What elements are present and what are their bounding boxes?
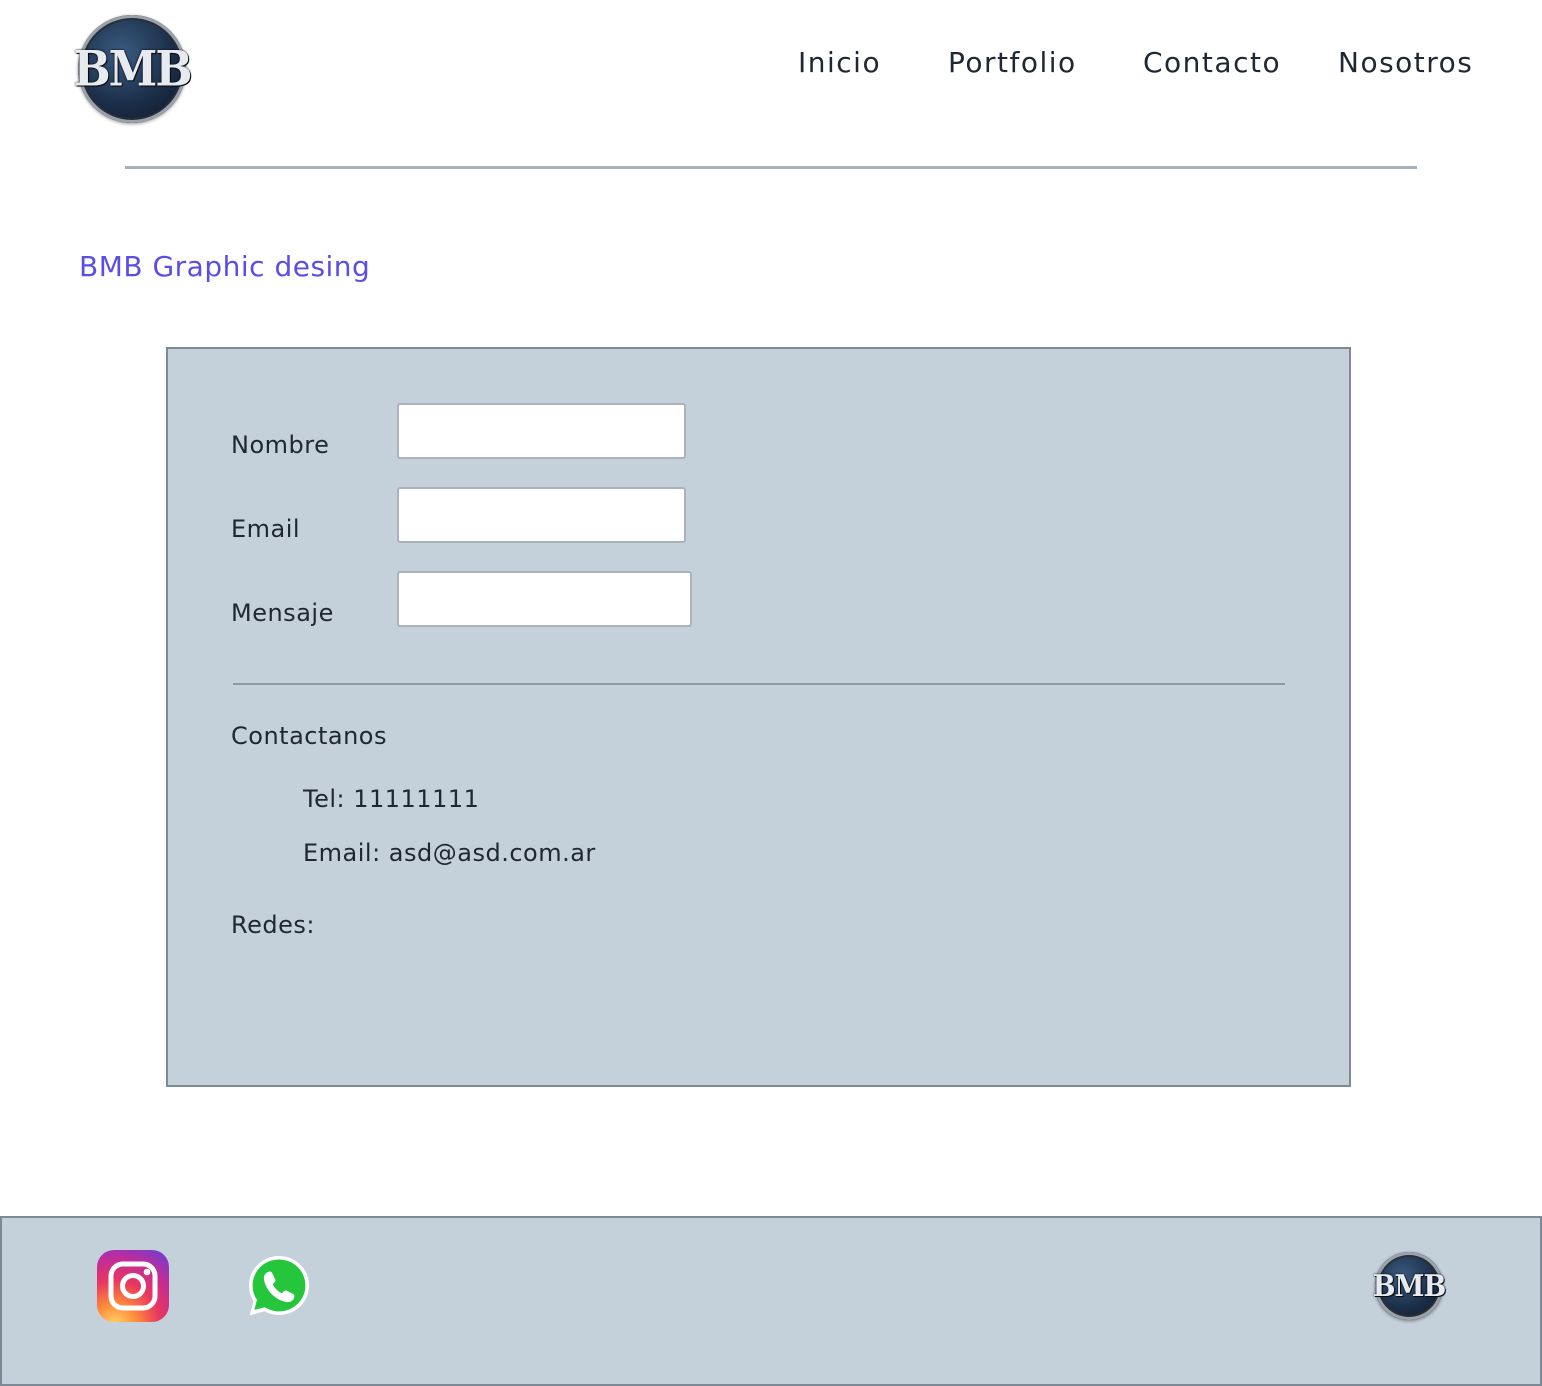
page-title: BMB Graphic desing — [79, 250, 371, 283]
footer-logo[interactable]: BMB — [1372, 1252, 1447, 1320]
email-label: Email — [231, 515, 301, 543]
footer-logo-mark: BMB — [1372, 1268, 1447, 1304]
social-heading: Redes: — [231, 911, 315, 939]
message-label: Mensaje — [231, 599, 334, 627]
footer: BMB — [0, 1216, 1542, 1386]
nav-link-inicio[interactable]: Inicio — [798, 46, 881, 79]
whatsapp-icon[interactable] — [246, 1253, 312, 1319]
contact-panel: Nombre Email Mensaje Contactanos Tel: 11… — [166, 347, 1351, 1087]
nav-link-nosotros[interactable]: Nosotros — [1338, 46, 1473, 79]
nav-link-contacto[interactable]: Contacto — [1143, 46, 1281, 79]
brand-logo[interactable]: BMB — [73, 15, 193, 123]
nav-link-portfolio[interactable]: Portfolio — [948, 46, 1077, 79]
message-input[interactable] — [397, 571, 692, 627]
contact-tel: Tel: 11111111 — [303, 785, 480, 813]
name-label: Nombre — [231, 431, 330, 459]
instagram-icon[interactable] — [96, 1249, 170, 1323]
email-input[interactable] — [397, 487, 686, 543]
header-divider — [125, 166, 1417, 169]
logo-mark: BMB — [73, 40, 192, 98]
contact-email: Email: asd@asd.com.ar — [303, 839, 596, 867]
name-input[interactable] — [397, 403, 686, 459]
panel-divider — [233, 683, 1285, 685]
contact-heading: Contactanos — [231, 722, 387, 750]
